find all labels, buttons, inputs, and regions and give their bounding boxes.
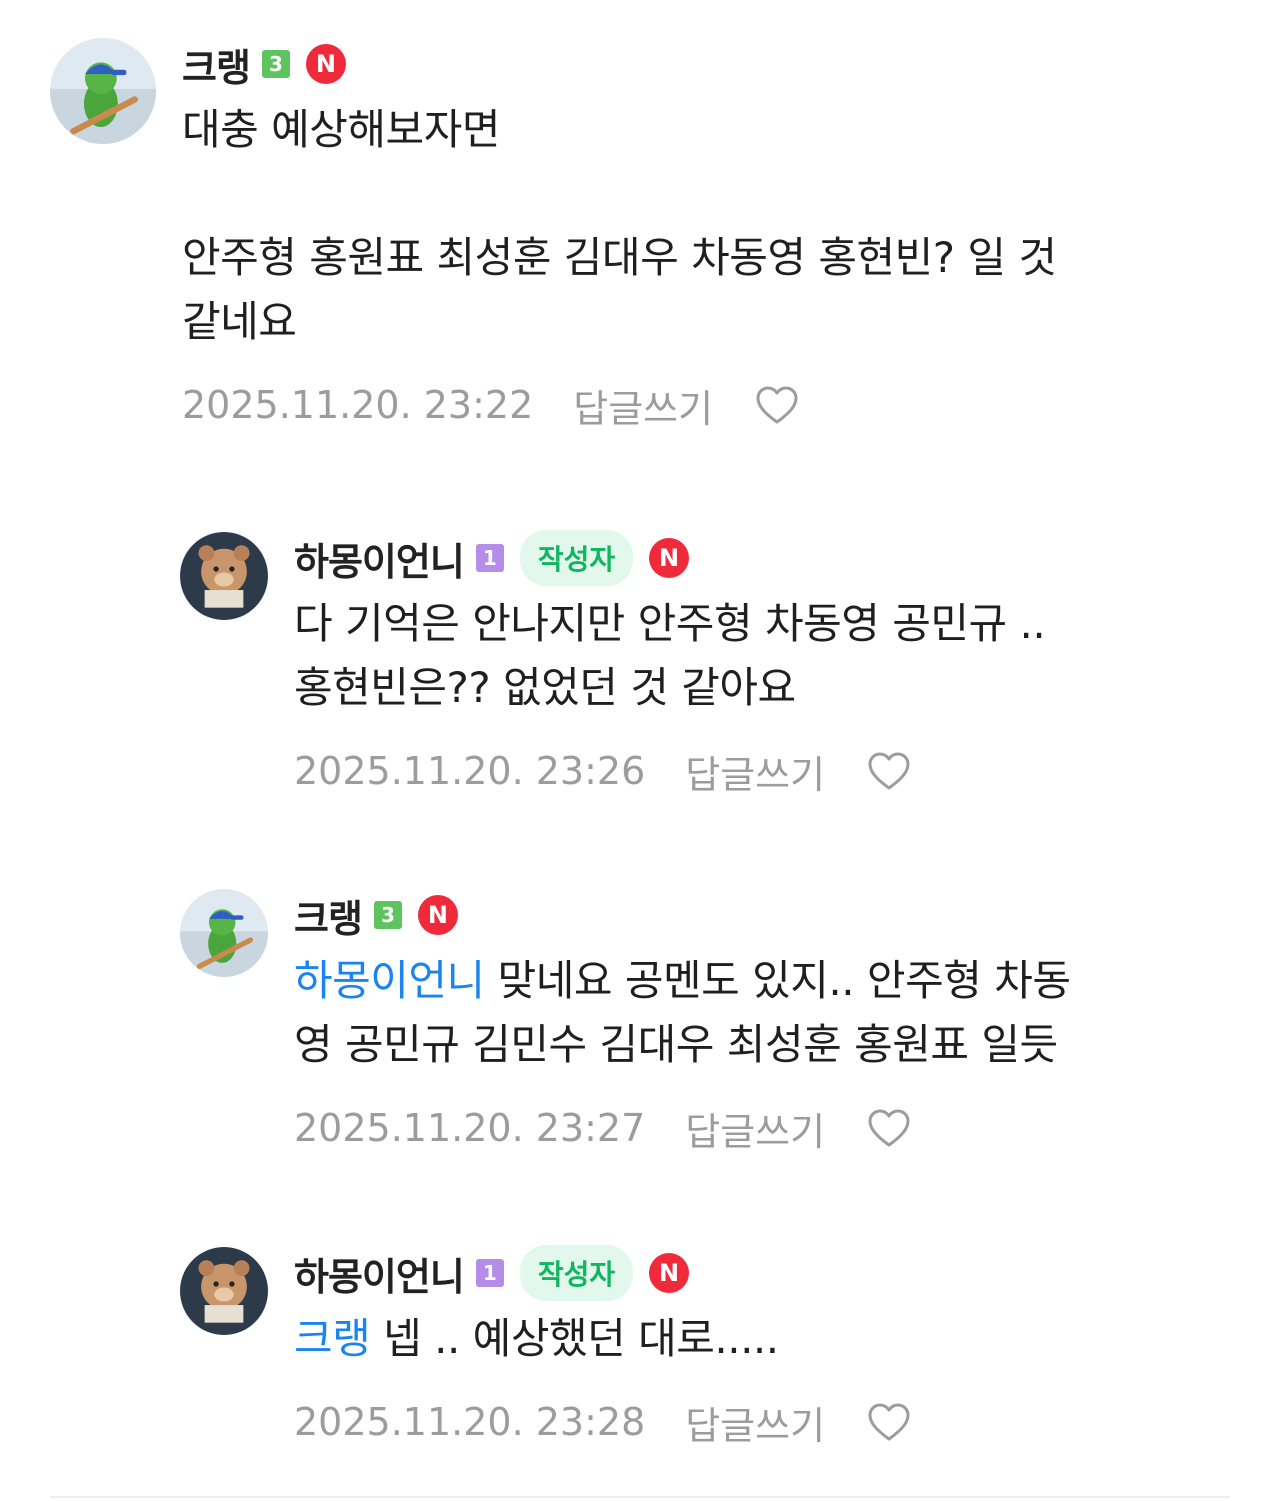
comment-body: 하몽이언니 1 작성자 N 크랭 넵 .. 예상했던 대로..... 2025.… <box>294 1245 1230 1450</box>
nickname[interactable]: 크랭 <box>294 888 363 943</box>
comment-date: 2025.11.20. 23:27 <box>294 1106 646 1150</box>
naver-badge-icon: N <box>305 44 346 84</box>
level-badge: 3 <box>373 901 402 929</box>
avatar[interactable] <box>180 1247 268 1335</box>
comment-meta: 2025.11.20. 23:27 답글쓰기 <box>294 1101 1230 1156</box>
comment-meta: 2025.11.20. 23:22 답글쓰기 <box>182 378 1230 433</box>
heart-icon[interactable] <box>865 1105 913 1151</box>
comment-header: 하몽이언니 1 작성자 N <box>294 1245 1230 1301</box>
naver-badge-icon: N <box>649 1253 690 1293</box>
nickname[interactable]: 하몽이언니 <box>294 1246 465 1301</box>
comment-body: 크랭 3 N 하몽이언니 맞네요 공멘도 있지.. 안주형 차동 영 공민규 김… <box>294 889 1230 1156</box>
author-tag: 작성자 <box>519 530 634 586</box>
naver-badge-icon: N <box>649 538 690 578</box>
avatar[interactable] <box>180 889 268 977</box>
reply-button[interactable]: 답글쓰기 <box>573 378 713 433</box>
avatar[interactable] <box>180 532 268 620</box>
mention-link[interactable]: 크랭 <box>294 1314 371 1363</box>
heart-icon[interactable] <box>865 748 913 794</box>
comment-text: 다 기억은 안나지만 안주형 차동영 공민규 .. 홍현빈은?? 없었던 것 같… <box>294 599 1046 712</box>
comment-header: 하몽이언니 1 작성자 N <box>294 530 1230 586</box>
comment-text: 대충 예상해보자면 안주형 홍원표 최성훈 김대우 차동영 홍현빈? 일 것 같… <box>182 105 1057 346</box>
comment-date: 2025.11.20. 23:26 <box>294 749 646 793</box>
heart-icon[interactable] <box>865 1399 913 1445</box>
nickname[interactable]: 크랭 <box>182 37 251 92</box>
comment-text: 하몽이언니 맞네요 공멘도 있지.. 안주형 차동 영 공민규 김민수 김대우 … <box>294 949 1230 1077</box>
reply-button[interactable]: 답글쓰기 <box>685 744 825 799</box>
comment-text: 크랭 넵 .. 예상했던 대로..... <box>294 1307 1230 1371</box>
comment-header: 크랭 3 N <box>294 889 1230 941</box>
level-badge: 1 <box>475 544 504 572</box>
comment-meta: 2025.11.20. 23:28 답글쓰기 <box>294 1395 1230 1450</box>
comment-meta: 2025.11.20. 23:26 답글쓰기 <box>294 744 1230 799</box>
comment-date: 2025.11.20. 23:28 <box>294 1400 646 1444</box>
comment-body: 크랭 3 N 대충 예상해보자면 안주형 홍원표 최성훈 김대우 차동영 홍현빈… <box>182 38 1230 433</box>
heart-icon[interactable] <box>753 382 801 428</box>
comment-date: 2025.11.20. 23:22 <box>182 383 534 427</box>
nickname[interactable]: 하몽이언니 <box>294 531 465 586</box>
mention-link[interactable]: 하몽이언니 <box>294 956 485 1005</box>
author-tag: 작성자 <box>519 1245 634 1301</box>
naver-badge-icon: N <box>417 895 458 935</box>
comment-text-content: 넵 .. 예상했던 대로..... <box>370 1314 779 1363</box>
reply-button[interactable]: 답글쓰기 <box>685 1395 825 1450</box>
comment-body: 하몽이언니 1 작성자 N 다 기억은 안나지만 안주형 차동영 공민규 .. … <box>294 530 1230 799</box>
avatar[interactable] <box>50 38 156 144</box>
reply-button[interactable]: 답글쓰기 <box>685 1101 825 1156</box>
level-badge: 1 <box>475 1259 504 1287</box>
divider <box>50 1496 1230 1498</box>
comment-header: 크랭 3 N <box>182 38 1230 90</box>
level-badge: 3 <box>261 50 290 78</box>
